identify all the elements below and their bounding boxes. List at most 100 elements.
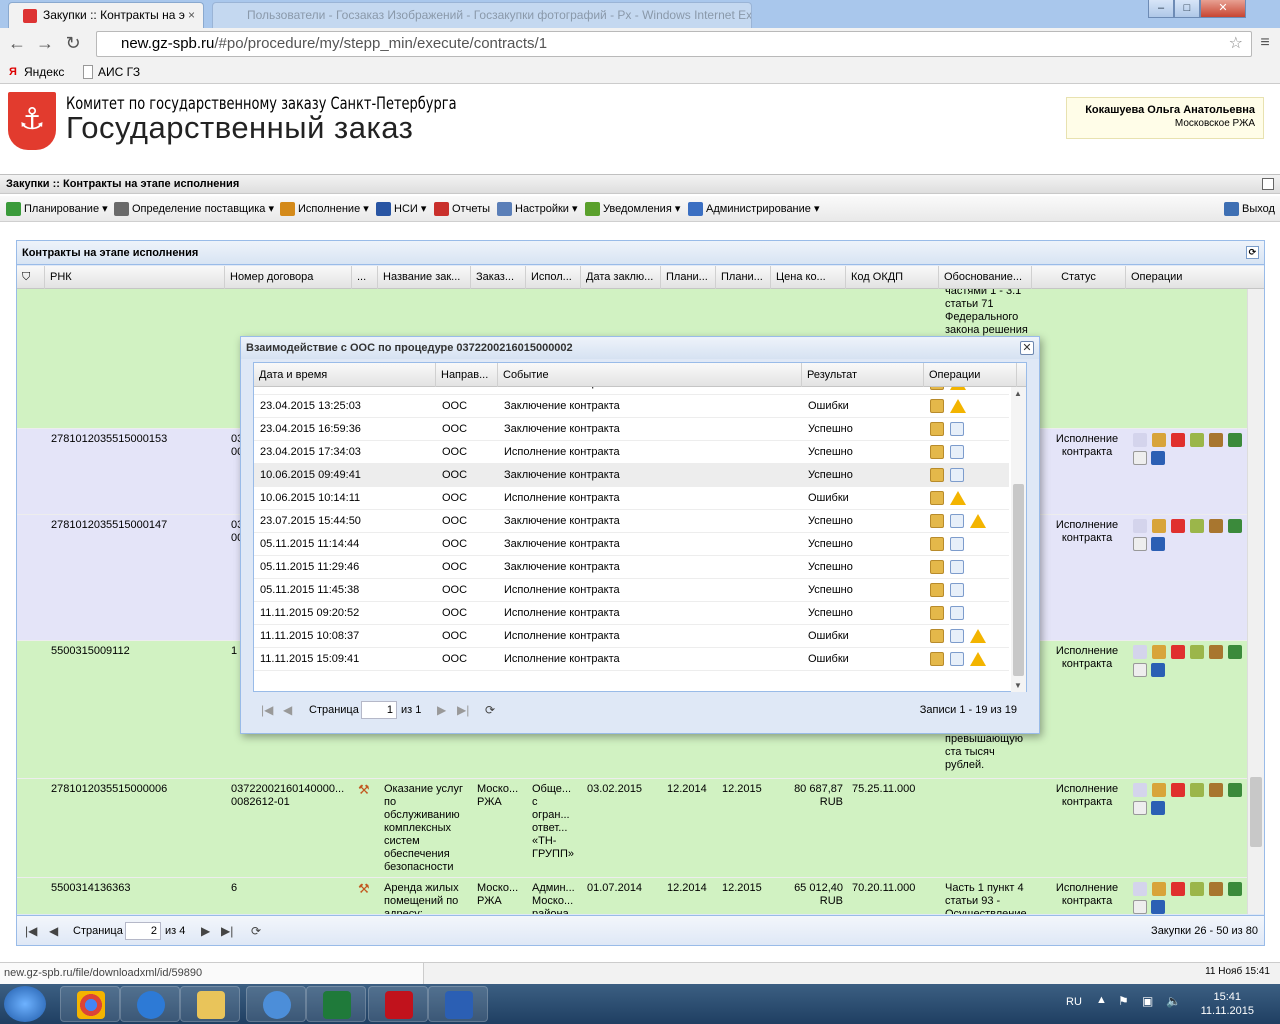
books-icon[interactable] bbox=[1151, 451, 1165, 465]
menu-admin[interactable]: Администрирование ▾ bbox=[688, 202, 819, 218]
col-dialog-operations[interactable]: Операции bbox=[924, 363, 1017, 387]
forward-icon[interactable]: → bbox=[34, 32, 56, 54]
tray-arrow-icon[interactable]: ▲ bbox=[1096, 994, 1107, 1006]
hammer-icon[interactable]: ⚒ bbox=[358, 882, 374, 895]
menu-supplier[interactable]: Определение поставщика ▾ bbox=[114, 202, 274, 218]
warning-icon[interactable] bbox=[970, 514, 986, 528]
clock[interactable]: 15:41 11.11.2015 bbox=[1201, 990, 1254, 1018]
taskbar-excel[interactable] bbox=[306, 986, 366, 1022]
list-item[interactable]: 05.11.2015 11:14:44 ООС Заключение контрак… bbox=[254, 533, 1009, 556]
dialog-page-input[interactable]: 1 bbox=[361, 701, 397, 719]
next-page-icon[interactable]: ▶ bbox=[437, 703, 446, 717]
menu-settings[interactable]: Настройки ▾ bbox=[497, 202, 578, 218]
stop-icon[interactable] bbox=[1171, 882, 1185, 896]
warning-icon[interactable] bbox=[970, 629, 986, 643]
move-icon[interactable] bbox=[1152, 433, 1166, 447]
list-item[interactable]: 23.07.2015 15:44:50 ООС Заключение контрак… bbox=[254, 510, 1009, 533]
package-icon[interactable] bbox=[930, 491, 944, 505]
user-info[interactable]: Кокашуева Ольга Анатольевна Московское Р… bbox=[1066, 97, 1264, 139]
settings-icon[interactable] bbox=[1228, 519, 1242, 533]
books-icon[interactable] bbox=[1151, 537, 1165, 551]
col-okdp[interactable]: Код ОКДП bbox=[846, 266, 939, 289]
minimize-button[interactable]: – bbox=[1148, 0, 1174, 18]
document-icon[interactable] bbox=[950, 629, 964, 643]
emblem-icon[interactable] bbox=[1209, 882, 1223, 896]
doc-icon[interactable] bbox=[1133, 900, 1147, 914]
stop-icon[interactable] bbox=[1171, 645, 1185, 659]
package-icon[interactable] bbox=[930, 537, 944, 551]
list-item[interactable]: 11.11.2015 10:08:37 ООС Исполнение контрак… bbox=[254, 625, 1009, 648]
package-icon[interactable] bbox=[930, 606, 944, 620]
panel-refresh-icon[interactable]: ⟳ bbox=[1246, 246, 1259, 259]
card-icon[interactable] bbox=[1133, 783, 1147, 797]
package-icon[interactable] bbox=[930, 399, 944, 413]
col-contract-number[interactable]: Номер договора bbox=[225, 266, 352, 289]
chart-icon[interactable] bbox=[1190, 882, 1204, 896]
package-icon[interactable] bbox=[930, 468, 944, 482]
col-datetime[interactable]: Дата и время bbox=[254, 363, 436, 387]
taskbar-ie[interactable] bbox=[120, 986, 180, 1022]
move-icon[interactable] bbox=[1152, 645, 1166, 659]
package-icon[interactable] bbox=[930, 387, 944, 390]
table-row[interactable]: 5500314136363 6 ⚒ Аренда жилых помещений… bbox=[17, 878, 1247, 914]
first-page-icon[interactable]: |◀ bbox=[261, 703, 273, 717]
back-icon[interactable]: ← bbox=[6, 32, 28, 54]
maximize-button[interactable]: □ bbox=[1174, 0, 1200, 18]
move-icon[interactable] bbox=[1152, 882, 1166, 896]
package-icon[interactable] bbox=[930, 445, 944, 459]
menu-notifications[interactable]: Уведомления ▾ bbox=[585, 202, 680, 218]
chart-icon[interactable] bbox=[1190, 783, 1204, 797]
col-result[interactable]: Результат bbox=[802, 363, 924, 387]
col-operations[interactable]: Операции bbox=[1126, 266, 1264, 289]
list-item[interactable]: 23.04.2015 17:34:03 ООС Исполнение контрак… bbox=[254, 441, 1009, 464]
refresh-icon[interactable]: ⟳ bbox=[485, 703, 495, 717]
package-icon[interactable] bbox=[930, 514, 944, 528]
scroll-up-icon[interactable]: ▲ bbox=[1014, 389, 1022, 398]
document-icon[interactable] bbox=[950, 468, 964, 482]
menu-icon[interactable]: ≡ bbox=[1254, 32, 1276, 54]
list-item[interactable]: 10.06.2015 10:14:11 ООС Исполнение контрак… bbox=[254, 487, 1009, 510]
doc-icon[interactable] bbox=[1133, 537, 1147, 551]
col-justification[interactable]: Обоснование... bbox=[939, 266, 1032, 289]
doc-icon[interactable] bbox=[1133, 801, 1147, 815]
menu-planning[interactable]: Планирование ▾ bbox=[6, 202, 108, 218]
list-item[interactable]: 11.11.2015 15:09:41 ООС Исполнение контрак… bbox=[254, 648, 1009, 671]
warning-icon[interactable] bbox=[950, 491, 966, 505]
menu-reports[interactable]: Отчеты bbox=[434, 202, 490, 218]
emblem-icon[interactable] bbox=[1209, 783, 1223, 797]
settings-icon[interactable] bbox=[1228, 882, 1242, 896]
package-icon[interactable] bbox=[930, 560, 944, 574]
first-page-icon[interactable]: |◀ bbox=[25, 924, 37, 938]
prev-page-icon[interactable]: ◀ bbox=[283, 703, 292, 717]
col-plan1[interactable]: Плани... bbox=[661, 266, 716, 289]
warning-icon[interactable] bbox=[950, 387, 966, 390]
document-icon[interactable] bbox=[950, 537, 964, 551]
package-icon[interactable] bbox=[930, 583, 944, 597]
reload-icon[interactable]: ↻ bbox=[62, 32, 84, 54]
refresh-icon[interactable]: ⟳ bbox=[251, 924, 261, 938]
card-icon[interactable] bbox=[1133, 882, 1147, 896]
menu-execution[interactable]: Исполнение ▾ bbox=[280, 202, 369, 218]
collapse-button[interactable] bbox=[1262, 178, 1274, 190]
emblem-icon[interactable] bbox=[1209, 519, 1223, 533]
document-icon[interactable] bbox=[950, 422, 964, 436]
package-icon[interactable] bbox=[930, 422, 944, 436]
document-icon[interactable] bbox=[950, 583, 964, 597]
col-dots[interactable]: ... bbox=[352, 266, 378, 289]
page-input[interactable]: 2 bbox=[125, 922, 161, 940]
move-icon[interactable] bbox=[1152, 783, 1166, 797]
warning-icon[interactable] bbox=[970, 652, 986, 666]
stop-icon[interactable] bbox=[1171, 783, 1185, 797]
list-item[interactable]: 11.11.2015 09:20:52 ООС Исполнение контрак… bbox=[254, 602, 1009, 625]
col-status[interactable]: Статус bbox=[1032, 266, 1126, 289]
list-item[interactable]: 23.04.2015 11:10:03 ООС Заключение контрак… bbox=[254, 387, 1009, 395]
grid-scrollbar[interactable] bbox=[1247, 289, 1264, 914]
list-item[interactable]: 23.04.2015 16:59:36 ООС Заключение контрак… bbox=[254, 418, 1009, 441]
close-window-button[interactable]: ✕ bbox=[1200, 0, 1246, 18]
bookmark-ais-gz[interactable]: АИС ГЗ bbox=[78, 63, 140, 81]
document-icon[interactable] bbox=[950, 514, 964, 528]
last-page-icon[interactable]: ▶| bbox=[457, 703, 469, 717]
taskbar-word[interactable] bbox=[428, 986, 488, 1022]
chart-icon[interactable] bbox=[1190, 433, 1204, 447]
document-icon[interactable] bbox=[950, 560, 964, 574]
